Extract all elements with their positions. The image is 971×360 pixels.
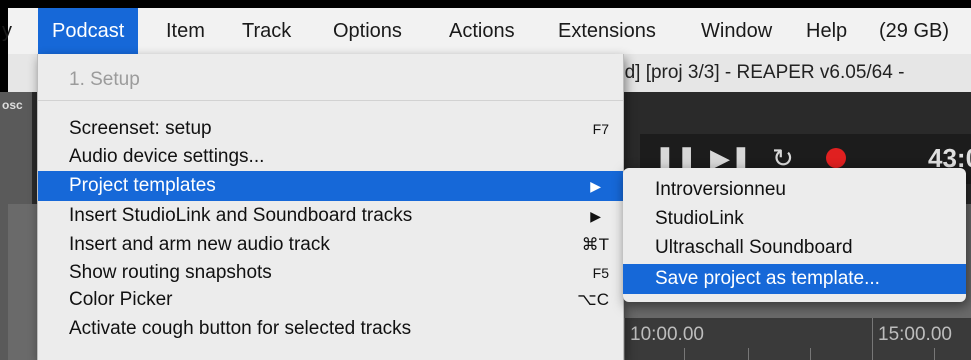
menu-podcast[interactable]: Podcast (38, 8, 139, 54)
menu-item-insert-arm-track[interactable]: Insert and arm new audio track ⌘T (38, 230, 623, 260)
submenu-item-label: Save project as template... (655, 268, 880, 289)
ruler-minor-tick (684, 348, 685, 360)
menu-item-label: Show routing snapshots (69, 262, 272, 283)
menu-item[interactable]: Item (166, 8, 205, 54)
menu-item-screenset-setup[interactable]: Screenset: setup F7 (38, 114, 623, 144)
ruler-minor-tick (748, 348, 749, 360)
submenu-item-studiolink[interactable]: StudioLink (623, 204, 966, 234)
menu-item-label: Insert and arm new audio track (69, 234, 330, 255)
disk-space-indicator: (29 GB) (879, 20, 950, 42)
menu-item-label: Color Picker (69, 289, 173, 310)
menu-item-routing-snapshots[interactable]: Show routing snapshots F5 (38, 258, 623, 288)
menu-track[interactable]: Track (242, 8, 291, 54)
menu-item-label: Audio device settings... (69, 146, 265, 167)
menu-partial-item[interactable]: y (2, 8, 12, 54)
shortcut-label: ⌥C (577, 290, 609, 309)
podcast-menu: 1. Setup Screenset: setup F7 Audio devic… (37, 54, 624, 360)
menu-item-color-picker[interactable]: Color Picker ⌥C (38, 285, 623, 315)
menu-item-project-templates[interactable]: Project templates ▶ (38, 171, 623, 201)
submenu-item-save-as-template[interactable]: Save project as template... (623, 264, 966, 294)
menu-item-label: 1. Setup (69, 69, 140, 90)
submenu-item-ultraschall-soundboard[interactable]: Ultraschall Soundboard (623, 233, 966, 263)
submenu-item-label: Ultraschall Soundboard (655, 237, 853, 258)
menu-item-insert-studiolink[interactable]: Insert StudioLink and Soundboard tracks … (38, 201, 623, 231)
menu-item-setup-heading: 1. Setup (38, 65, 623, 95)
screenshot-frame: ed] [proj 3/3] - REAPER v6.05/64 - ❚❚ ▶❚… (0, 0, 971, 360)
menu-help[interactable]: Help (806, 8, 847, 54)
menu-item-label: Project templates (69, 175, 216, 196)
submenu-item-introversionneu[interactable]: Introversionneu (623, 175, 966, 205)
menubar: y Podcast Item Track Options Actions Ext… (2, 8, 971, 54)
menu-options[interactable]: Options (333, 8, 402, 54)
timeline-ruler: 10:00.00 15:00.00 (620, 318, 971, 360)
submenu-arrow-icon: ▶ (590, 208, 601, 224)
submenu-item-label: Introversionneu (655, 179, 786, 200)
menu-separator (38, 100, 623, 101)
ruler-tick (624, 318, 625, 360)
shortcut-label: F7 (592, 121, 609, 137)
menu-item-label: Screenset: setup (69, 118, 212, 139)
menu-window[interactable]: Window (701, 8, 772, 54)
shortcut-label: ⌘T (581, 235, 609, 254)
menu-item-label: Insert StudioLink and Soundboard tracks (69, 205, 413, 226)
ruler-label: 15:00.00 (878, 324, 952, 345)
shortcut-label: F5 (592, 265, 609, 281)
submenu-item-label: StudioLink (655, 208, 744, 229)
ruler-minor-tick (810, 348, 811, 360)
left-strip-label: osc (2, 98, 23, 112)
menu-extensions[interactable]: Extensions (558, 8, 656, 54)
record-icon[interactable] (826, 148, 846, 168)
ruler-label: 10:00.00 (630, 324, 704, 345)
submenu-arrow-icon: ▶ (590, 178, 601, 194)
project-templates-submenu: Introversionneu StudioLink Ultraschall S… (623, 168, 966, 302)
menu-item-label: Activate cough button for selected track… (69, 318, 412, 339)
menu-item-audio-device-settings[interactable]: Audio device settings... (38, 142, 623, 172)
menu-actions[interactable]: Actions (449, 8, 515, 54)
menu-item-cough-button[interactable]: Activate cough button for selected track… (38, 314, 623, 344)
ruler-tick (872, 318, 873, 360)
ruler-minor-tick (934, 348, 935, 360)
window-title: ed] [proj 3/3] - REAPER v6.05/64 - (614, 62, 905, 83)
